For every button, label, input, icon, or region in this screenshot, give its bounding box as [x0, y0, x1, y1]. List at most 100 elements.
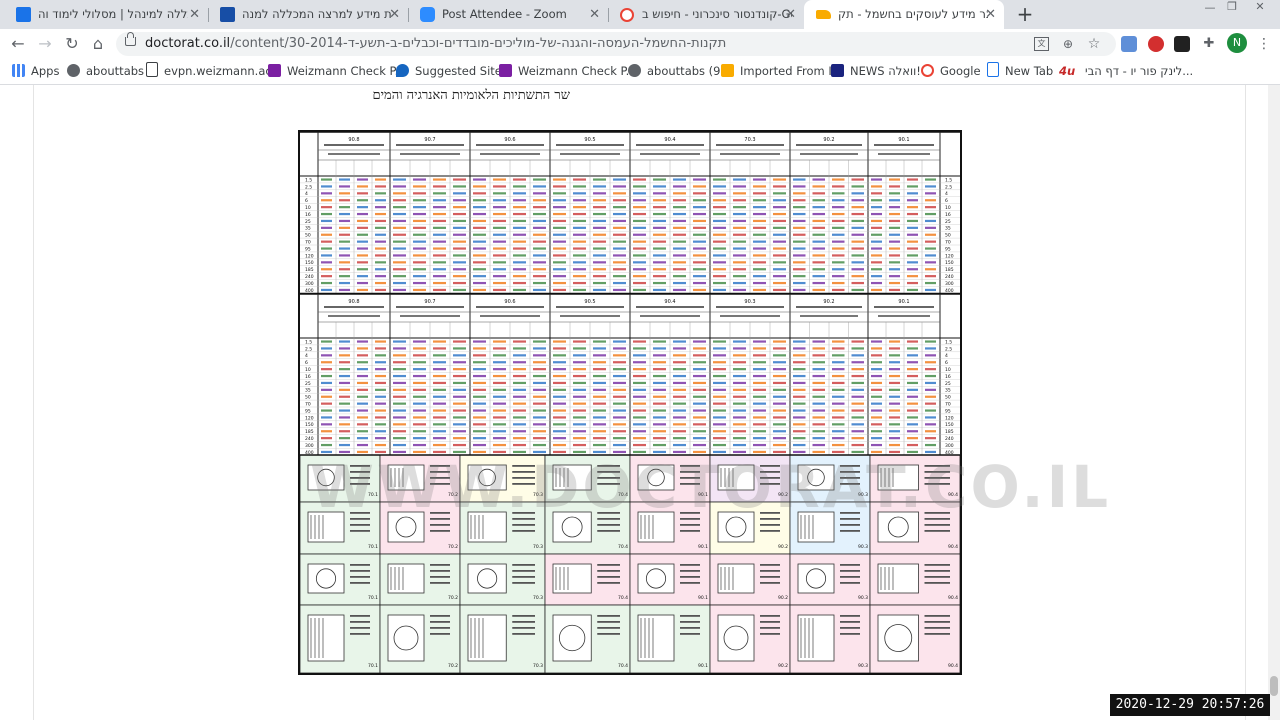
bookmark-item[interactable]: evpn.weizmann.ac.il — [146, 59, 282, 84]
bookmark-item[interactable]: New Tab — [987, 59, 1053, 84]
browser-tab-active[interactable]: מאגר מידע לעוסקים בחשמל - תק ✕ — [804, 0, 1004, 29]
bookmark-item[interactable]: Google — [921, 59, 981, 84]
cell-value — [653, 347, 666, 350]
cell-value — [633, 430, 646, 433]
bookmark-item[interactable]: abouttabs — [67, 59, 144, 84]
cell-value — [513, 254, 526, 257]
cell-value — [573, 388, 586, 391]
browser-menu-icon[interactable]: ⋮ — [1252, 33, 1276, 55]
cell-value — [375, 261, 386, 264]
cell-value — [433, 347, 446, 350]
tab-close-icon[interactable]: ✕ — [785, 0, 796, 29]
cell-value — [513, 212, 526, 216]
extensions-puzzle-icon[interactable]: ✚ — [1201, 36, 1217, 52]
browser-tab-2[interactable]: תחנות מידע למרצה המכללה למנה ✕ — [208, 0, 408, 29]
address-bar[interactable]: doctorat.co.il/content/30-2014-תקנות-החש… — [116, 32, 1116, 56]
row-label: 35 — [305, 388, 311, 394]
close-window-button[interactable]: ✕ — [1252, 0, 1268, 16]
cell-value — [553, 288, 566, 292]
installation-diagram — [467, 563, 507, 594]
cell-value — [453, 409, 466, 412]
cell-value — [633, 402, 646, 405]
maximize-window-button[interactable]: ❐ — [1224, 0, 1240, 16]
cell-value — [653, 361, 666, 364]
bookmark-item[interactable]: abouttabs (9) — [628, 59, 725, 84]
description-text — [512, 564, 535, 566]
description-text — [350, 564, 370, 566]
cell-value — [393, 340, 406, 343]
forward-button[interactable]: → — [33, 33, 57, 55]
cell-value — [613, 409, 626, 412]
back-button[interactable]: ← — [6, 33, 30, 55]
description-text — [430, 524, 450, 526]
cell-value — [573, 409, 586, 412]
description-text — [350, 582, 370, 584]
cell-value — [613, 247, 626, 250]
cell-value — [871, 254, 882, 257]
cell-value — [375, 402, 386, 405]
browser-tab-4[interactable]: קונדנסור סינכרוני - חיפוש ב-Google ✕ — [608, 0, 804, 29]
cell-value — [633, 395, 646, 398]
profile-avatar[interactable]: N — [1227, 33, 1247, 53]
bookmark-folder[interactable]: Imported From IE — [721, 59, 839, 84]
browser-tab-1[interactable]: המכללה למינהל | מסלולי לימוד וה ✕ — [4, 0, 208, 29]
installation-code: 90.2 — [778, 595, 788, 601]
cell-value — [713, 212, 726, 216]
cell-value — [433, 395, 446, 398]
bookmark-star-icon[interactable]: ☆ — [1086, 36, 1102, 52]
cell-value — [633, 185, 646, 188]
description-text — [430, 627, 450, 629]
browser-tab-3[interactable]: Post Attendee - Zoom ✕ — [408, 0, 608, 29]
cell-value — [832, 430, 845, 433]
bookmark-item[interactable]: 4u — [1059, 59, 1075, 84]
cell-value — [925, 261, 936, 264]
row-label: 240 — [945, 436, 954, 442]
tab-close-icon[interactable]: ✕ — [589, 0, 600, 29]
cell-value — [633, 409, 646, 412]
tab-close-icon[interactable]: ✕ — [389, 0, 400, 29]
extension-3-icon[interactable] — [1174, 36, 1190, 52]
cell-value — [573, 268, 586, 271]
scrollbar-thumb[interactable] — [1270, 676, 1278, 696]
cell-value — [339, 206, 350, 209]
new-tab-button[interactable]: + — [1013, 3, 1037, 27]
cell-value — [713, 233, 726, 236]
cell-value — [753, 247, 766, 250]
extension-2-icon[interactable] — [1148, 36, 1164, 52]
cell-value — [793, 240, 806, 243]
cell-value — [553, 247, 566, 250]
cell-value — [773, 347, 786, 350]
cell-value — [925, 206, 936, 209]
bookmark-item[interactable]: Weizmann Check P... — [499, 59, 637, 84]
cell-value — [339, 268, 350, 271]
cell-value — [693, 381, 706, 385]
reload-button[interactable]: ↻ — [60, 33, 84, 55]
description-text — [840, 564, 860, 566]
cell-value — [812, 288, 825, 292]
url-text[interactable]: doctorat.co.il/content/30-2014-תקנות-החש… — [145, 32, 1025, 56]
tab-close-icon[interactable]: ✕ — [189, 0, 200, 29]
tab-close-icon[interactable]: ✕ — [985, 0, 996, 29]
cell-value — [812, 212, 825, 216]
cell-value — [573, 354, 586, 357]
bookmark-item[interactable]: NEWS וואלה! — [831, 59, 921, 84]
bookmark-item[interactable]: לינק פור יו - דף הבי... — [1085, 59, 1193, 84]
cell-value — [453, 199, 466, 202]
description-text — [430, 582, 450, 584]
extension-1-icon[interactable] — [1121, 36, 1137, 52]
cell-value — [925, 199, 936, 202]
page-scrollbar[interactable] — [1268, 85, 1280, 720]
minimize-window-button[interactable]: — — [1202, 1, 1218, 17]
cell-value — [733, 388, 746, 391]
translate-icon[interactable]: 文 — [1034, 37, 1049, 51]
zoom-icon[interactable]: ⊕ — [1060, 36, 1076, 52]
bookmark-apps[interactable]: Apps — [12, 59, 59, 84]
bookmark-item[interactable]: Weizmann Check P... — [268, 59, 406, 84]
cell-value — [653, 281, 666, 285]
cell-value — [593, 185, 606, 188]
cell-value — [593, 226, 606, 229]
cell-value — [907, 281, 918, 285]
home-button[interactable]: ⌂ — [86, 33, 110, 55]
cell-value — [513, 402, 526, 405]
bookmark-item[interactable]: Suggested Sites — [396, 59, 508, 84]
